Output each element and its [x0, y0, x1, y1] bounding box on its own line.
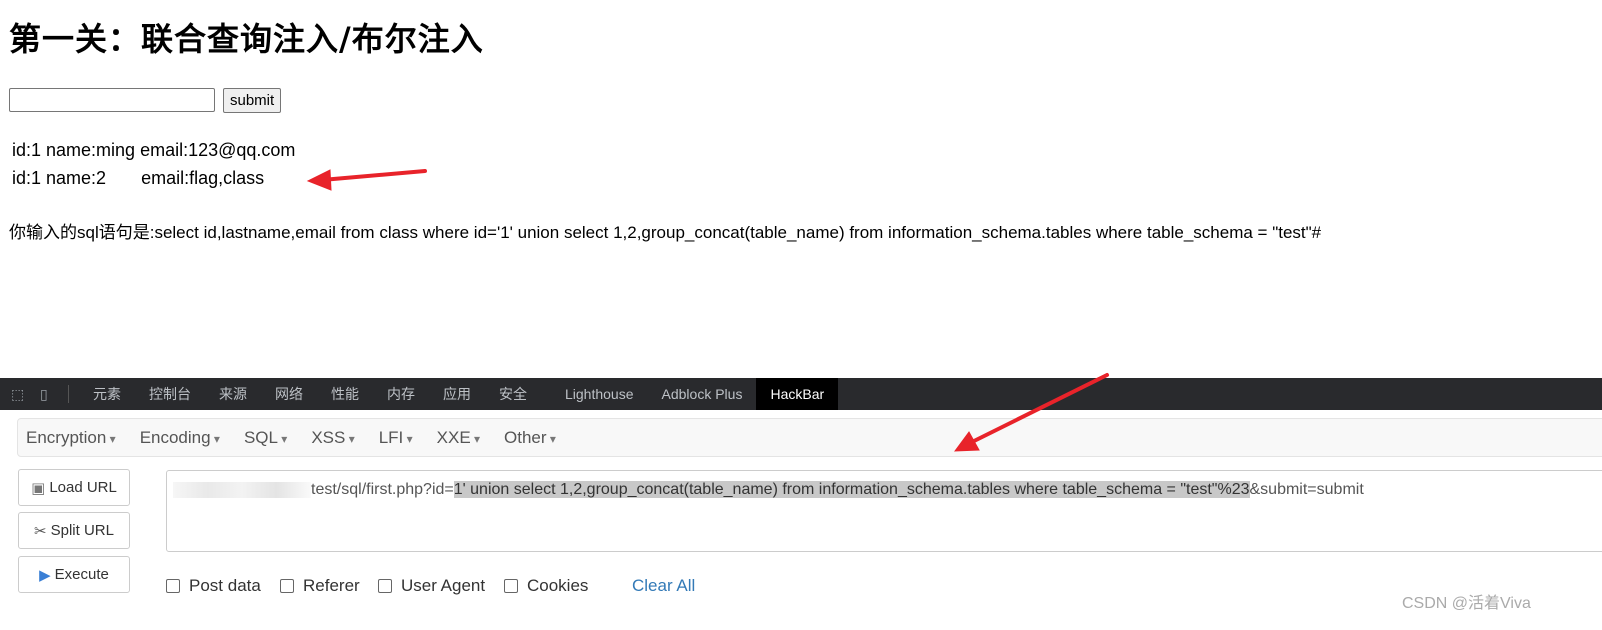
- arrow-line: [968, 373, 1109, 445]
- annotation-arrows: [306, 169, 1109, 452]
- arrow-head: [306, 169, 332, 191]
- arrow-line: [320, 169, 427, 182]
